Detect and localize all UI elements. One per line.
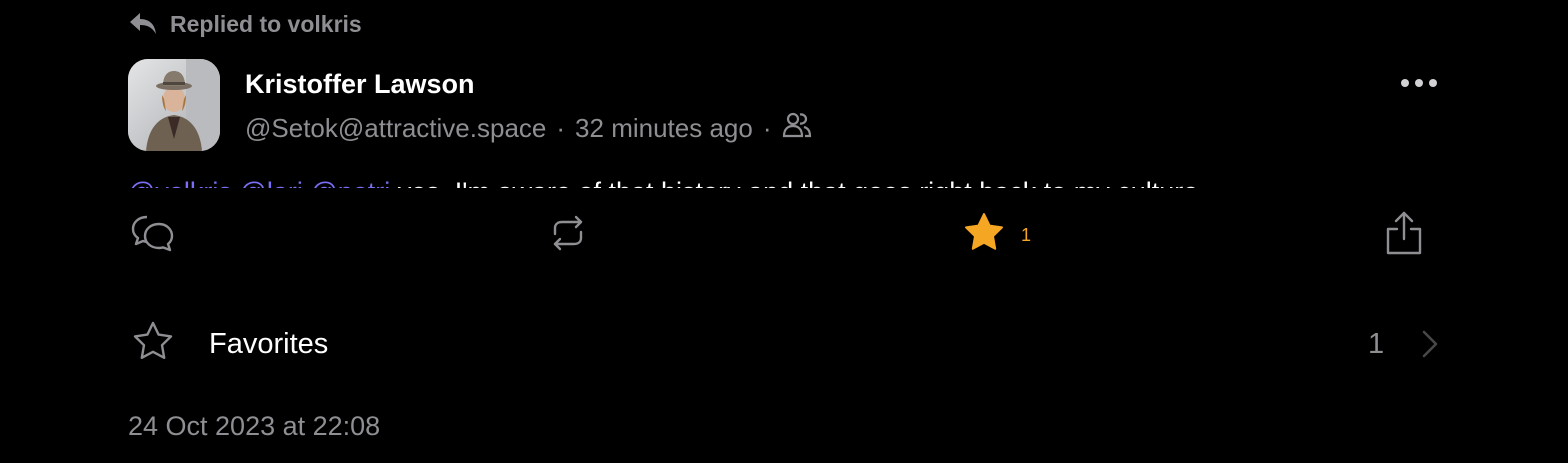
reply-context[interactable]: Replied to volkris bbox=[128, 8, 362, 40]
meta-separator: · bbox=[762, 112, 772, 143]
post-time: 32 minutes ago bbox=[575, 112, 753, 143]
boost-icon bbox=[545, 210, 591, 261]
avatar[interactable] bbox=[128, 59, 220, 151]
favorite-button[interactable]: 1 bbox=[961, 210, 1031, 260]
post-mentions[interactable]: @volkris @lari @petri bbox=[128, 177, 390, 188]
chevron-right-icon bbox=[1418, 329, 1442, 364]
post-detail-view: Replied to volkris Kristoffer Lawson @Se… bbox=[0, 0, 1568, 463]
post-content: @volkris @lari @petri yes, I'm aware of … bbox=[128, 172, 1448, 188]
favorites-row[interactable]: Favorites 1 bbox=[128, 316, 1440, 372]
post-timestamp: 24 Oct 2023 at 22:08 bbox=[128, 411, 381, 441]
more-options-button[interactable] bbox=[1396, 66, 1442, 100]
boost-button[interactable] bbox=[545, 210, 591, 260]
reply-button[interactable] bbox=[129, 210, 175, 260]
people-icon bbox=[782, 110, 812, 147]
author-name[interactable]: Kristoffer Lawson bbox=[245, 66, 475, 102]
favorites-count: 1 bbox=[1368, 328, 1385, 360]
reply-arrow-icon bbox=[128, 10, 158, 38]
star-outline-icon bbox=[130, 319, 176, 370]
star-filled-icon bbox=[961, 210, 1007, 261]
reply-bubbles-icon bbox=[129, 210, 175, 261]
post-content-text: yes, I'm aware of that history and that … bbox=[390, 177, 1199, 188]
favorites-label: Favorites bbox=[209, 328, 329, 360]
meta-separator: · bbox=[556, 112, 566, 143]
share-button[interactable] bbox=[1382, 210, 1426, 260]
share-icon bbox=[1382, 209, 1426, 262]
post-meta: @Setok@attractive.space · 32 minutes ago… bbox=[245, 110, 812, 146]
favorite-count: 1 bbox=[1021, 224, 1032, 245]
action-bar: 1 bbox=[0, 210, 1568, 260]
reply-context-label: Replied to volkris bbox=[170, 10, 362, 37]
author-handle[interactable]: @Setok@attractive.space bbox=[245, 113, 546, 144]
